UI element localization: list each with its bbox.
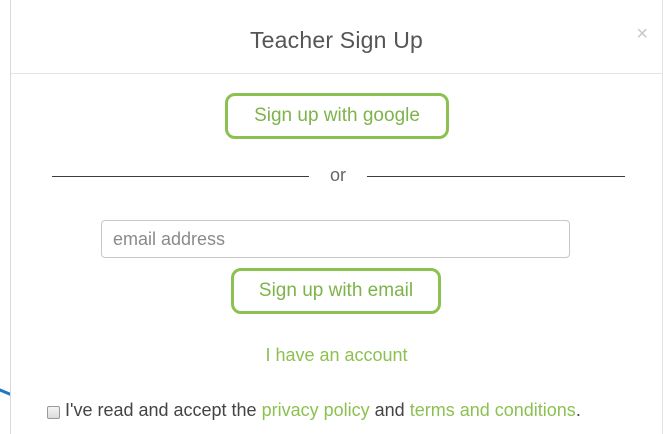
terms-conjunction-text: and: [374, 400, 405, 420]
email-signup-button[interactable]: Sign up with email: [231, 268, 441, 314]
terms-suffix-text: .: [575, 400, 581, 420]
modal-title: Teacher Sign Up: [249, 27, 424, 53]
signup-modal: Teacher Sign Up × Sign up with google or…: [10, 0, 663, 434]
terms-row: I've read and accept the privacy policy …: [47, 400, 581, 421]
divider-line-left: [52, 176, 309, 177]
terms-and-conditions-link[interactable]: terms and conditions: [410, 400, 576, 421]
have-account-link[interactable]: I have an account: [11, 345, 662, 366]
privacy-policy-link[interactable]: privacy policy: [262, 400, 370, 421]
page-canvas: Teacher Sign Up × Sign up with google or…: [0, 0, 663, 434]
terms-prefix-text: I've read and accept the: [65, 400, 257, 420]
close-icon[interactable]: ×: [636, 24, 648, 44]
modal-header: Teacher Sign Up ×: [11, 0, 662, 74]
divider-text: or: [329, 165, 346, 185]
terms-checkbox[interactable]: [47, 406, 60, 419]
email-field[interactable]: [101, 220, 570, 258]
google-signup-button[interactable]: Sign up with google: [225, 93, 449, 139]
divider-line-right: [367, 176, 625, 177]
